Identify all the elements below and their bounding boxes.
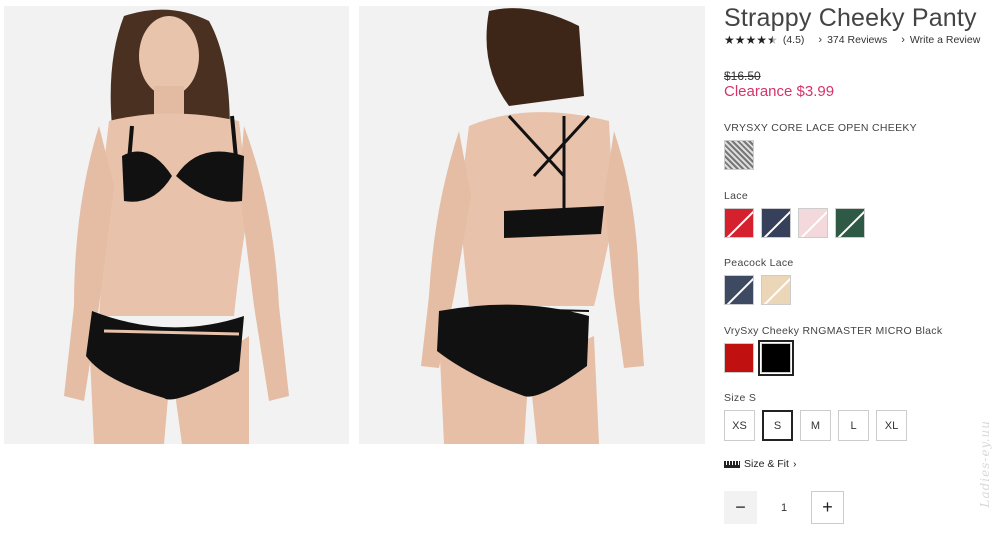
swatch-group-label: VrySxy Cheeky RNGMASTER MICRO Black (724, 325, 943, 337)
swatch-group-label: VRYSXY CORE LACE OPEN CHEEKY (724, 122, 917, 134)
sale-price: Clearance $3.99 (724, 83, 835, 100)
rating-value: (4.5) (782, 34, 805, 46)
swatch-navy-lace[interactable] (761, 208, 791, 238)
swatch-peacock-navy[interactable] (724, 275, 754, 305)
quantity-decrease-button[interactable]: − (724, 491, 757, 524)
size-option-m[interactable]: M (800, 410, 831, 441)
star-half-icon: ★ (767, 33, 778, 47)
chevron-right-icon: › (818, 34, 823, 46)
swatch-group-label: Peacock Lace (724, 257, 794, 269)
product-title: Strappy Cheeky Panty (724, 4, 977, 32)
swatch-row (724, 140, 754, 170)
size-option-s[interactable]: S (762, 410, 793, 441)
swatch-pink-lace[interactable] (798, 208, 828, 238)
size-option-l[interactable]: L (838, 410, 869, 441)
write-review-link[interactable]: Write a Review (910, 34, 980, 46)
star-icon: ★ (745, 33, 757, 47)
model-back-image (359, 6, 705, 444)
star-icon: ★ (756, 33, 768, 47)
swatch-peacock-nude[interactable] (761, 275, 791, 305)
swatch-black-micro[interactable] (758, 340, 794, 376)
swatch-green-lace[interactable] (835, 208, 865, 238)
star-icon: ★ (724, 33, 735, 47)
chevron-right-icon: › (901, 34, 905, 46)
swatch-red-lace[interactable] (724, 208, 754, 238)
size-label: Size S (724, 392, 757, 404)
star-icon: ★ (734, 33, 746, 47)
quantity-increase-button[interactable]: + (811, 491, 844, 524)
swatch-group-label: Lace (724, 190, 748, 202)
swatch-row (724, 208, 865, 238)
size-option-xs[interactable]: XS (724, 410, 755, 441)
swatch-row (724, 340, 794, 376)
reviews-link[interactable]: 374 Reviews (827, 34, 887, 46)
size-fit-link[interactable]: Size & Fit › (724, 458, 796, 470)
original-price: $16.50 (724, 69, 761, 83)
swatch-row (724, 275, 791, 305)
product-info-panel: Strappy Cheeky Panty ★ ★ ★ ★ ★ (4.5) › 3… (724, 0, 1000, 539)
quantity-stepper: − 1 + (724, 491, 844, 524)
rating-stars: ★ ★ ★ ★ ★ (724, 34, 778, 46)
size-option-xl[interactable]: XL (876, 410, 907, 441)
model-front-image (4, 6, 349, 444)
product-photo-front[interactable] (4, 6, 349, 444)
quantity-value[interactable]: 1 (757, 502, 811, 514)
size-fit-label: Size & Fit (744, 458, 789, 470)
watermark: Ladies-ey.uu (978, 420, 992, 508)
chevron-right-icon: › (792, 458, 797, 470)
swatch-red-micro[interactable] (724, 343, 754, 373)
ruler-icon (724, 460, 740, 468)
swatch-grey-lace[interactable] (724, 140, 754, 170)
product-photo-back[interactable] (359, 6, 705, 444)
size-selector: XS S M L XL (724, 410, 907, 441)
rating-row: ★ ★ ★ ★ ★ (4.5) › 374 Reviews › Write a … (724, 34, 980, 46)
